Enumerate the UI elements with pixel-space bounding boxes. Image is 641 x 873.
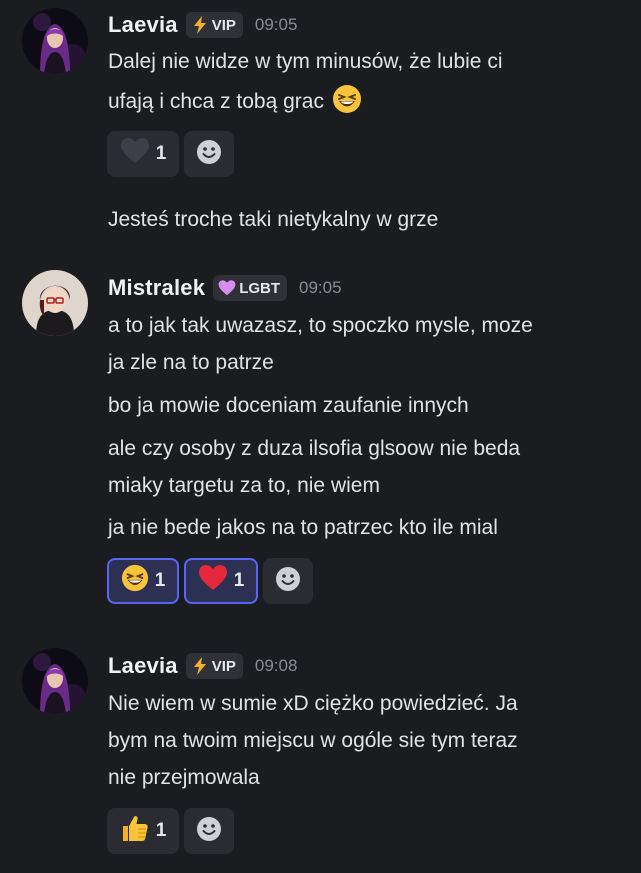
reaction-red-heart[interactable]: 1 <box>184 558 258 604</box>
add-reaction-button[interactable] <box>184 131 234 177</box>
reactions-bar: 1 <box>107 808 234 854</box>
avatar[interactable] <box>22 270 88 336</box>
smiley-icon <box>275 566 301 597</box>
timestamp: 09:08 <box>254 656 298 675</box>
message-text-line: ja nie bede jakos na to patrzec kto ile … <box>108 516 498 539</box>
message-text-line: a to jak tak uwazasz, to spoczko mysle, … <box>108 314 533 337</box>
reaction-black-heart[interactable]: 1 <box>107 131 179 177</box>
message-text-line: ufają i chca z tobą grac <box>108 84 628 123</box>
username[interactable]: Laevia <box>108 12 178 38</box>
add-reaction-button[interactable] <box>263 558 313 604</box>
role-badge: VIP <box>185 12 243 38</box>
message-feed: Laevia VIP 09:05 Dalej nie widze w tym m… <box>0 0 641 873</box>
username[interactable]: Mistralek <box>108 275 205 301</box>
username[interactable]: Laevia <box>108 653 178 679</box>
message-text-line: nie przejmowala <box>108 766 260 789</box>
add-reaction-button[interactable] <box>184 808 234 854</box>
lightning-icon <box>191 657 209 675</box>
role-badge: LGBT <box>213 275 288 301</box>
avatar[interactable] <box>22 648 88 714</box>
message-header: Mistralek LGBT 09:05 <box>108 272 342 304</box>
message-text-line: Jesteś troche taki nietykalny w grze <box>108 208 439 231</box>
reaction-count: 1 <box>155 143 167 164</box>
thumbs-up-icon <box>120 813 150 849</box>
reactions-bar: 1 1 <box>107 558 313 604</box>
grinning-squinting-face-icon <box>332 84 362 123</box>
avatar[interactable] <box>22 8 88 74</box>
role-badge-label: VIP <box>211 657 236 675</box>
role-badge-label: LGBT <box>239 279 281 297</box>
purple-heart-icon <box>218 279 236 297</box>
message-text-line: bo ja mowie doceniam zaufanie innych <box>108 394 469 417</box>
message-text-line: Nie wiem w sumie xD ciężko powiedzieć. J… <box>108 692 518 715</box>
reaction-count: 1 <box>155 820 167 841</box>
message-text-line: miaky targetu za to, nie wiem <box>108 474 380 497</box>
black-heart-icon <box>120 138 150 170</box>
timestamp: 09:05 <box>254 15 298 34</box>
role-badge: VIP <box>185 653 243 679</box>
smiley-icon <box>196 139 222 170</box>
message-text-line: ale czy osoby z duza ilsofia glsoow nie … <box>108 437 521 460</box>
laughing-face-icon <box>121 564 149 598</box>
lightning-icon <box>191 16 209 34</box>
reactions-bar: 1 <box>107 131 234 177</box>
role-badge-label: VIP <box>211 16 236 34</box>
message-text-line: ja zle na to patrze <box>108 351 274 374</box>
message-text-line: bym na twoim miejscu w ogóle sie tym ter… <box>108 729 518 752</box>
smiley-icon <box>196 816 222 847</box>
red-heart-icon <box>198 565 228 597</box>
reaction-laughing-face[interactable]: 1 <box>107 558 179 604</box>
reaction-thumbs-up[interactable]: 1 <box>107 808 179 854</box>
message-header: Laevia VIP 09:05 <box>108 9 297 41</box>
reaction-count: 1 <box>154 570 166 591</box>
reaction-count: 1 <box>233 570 245 591</box>
timestamp: 09:05 <box>299 278 342 297</box>
message-text-line: Dalej nie widze w tym minusów, że lubie … <box>108 50 503 73</box>
message-header: Laevia VIP 09:08 <box>108 650 297 682</box>
